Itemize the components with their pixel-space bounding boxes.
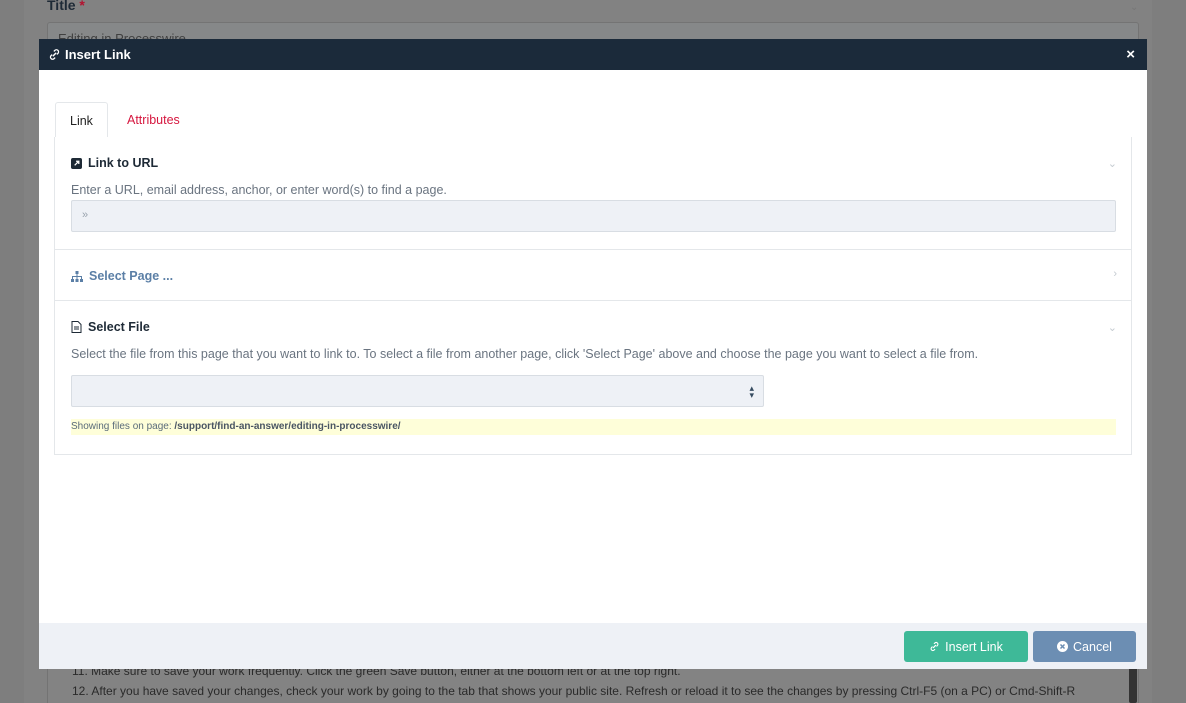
body-line-12: 12. After you have saved your changes, c… (72, 684, 1076, 698)
tab-attributes[interactable]: Attributes (113, 102, 194, 138)
link-to-url-panel: Link to URL ⌄ Enter a URL, email address… (54, 137, 1132, 250)
insert-link-label: Insert Link (945, 639, 1003, 654)
title-field-label: Title * (47, 0, 85, 13)
select-file-heading[interactable]: Select File (71, 320, 150, 334)
required-mark: * (79, 0, 85, 13)
cancel-circle-icon (1057, 641, 1069, 652)
modal-title-text: Insert Link (65, 47, 131, 62)
chevron-down-icon[interactable]: ⌄ (1108, 321, 1117, 334)
chevron-down-icon: ⌄ (1130, 2, 1139, 13)
insert-link-button[interactable]: Insert Link (904, 631, 1028, 662)
select-page-heading[interactable]: Select Page ... (71, 269, 173, 283)
sitemap-icon (71, 270, 83, 282)
external-link-icon (71, 157, 82, 169)
chevron-down-icon[interactable]: ⌄ (1108, 157, 1117, 170)
tab-bar: Link Attributes (55, 102, 1132, 138)
select-page-heading-text: Select Page ... (89, 269, 174, 283)
title-label-text: Title (47, 0, 76, 13)
modal-footer: Insert Link Cancel (39, 623, 1147, 669)
note-prefix: Showing files on page: (71, 421, 172, 432)
select-page-panel[interactable]: Select Page ... › (54, 249, 1132, 301)
modal-header: Insert Link × (39, 39, 1147, 70)
note-path: /support/find-an-answer/editing-in-proce… (174, 421, 401, 432)
link-to-url-heading-text: Link to URL (88, 156, 159, 170)
url-prefix-icon: » (82, 209, 89, 221)
file-icon (71, 321, 82, 333)
link-icon (929, 641, 940, 652)
link-to-url-description: Enter a URL, email address, anchor, or e… (71, 183, 447, 197)
link-to-url-heading[interactable]: Link to URL (71, 156, 158, 170)
modal-title: Insert Link (48, 47, 131, 62)
select-file-heading-text: Select File (88, 320, 150, 334)
select-file-panel: Select File ⌄ Select the file from this … (54, 300, 1132, 455)
tab-link[interactable]: Link (55, 102, 108, 138)
select-file-description: Select the file from this page that you … (71, 347, 979, 361)
close-icon[interactable]: × (1126, 46, 1135, 63)
link-icon (48, 48, 61, 61)
url-input[interactable]: » (71, 200, 1116, 232)
cancel-button[interactable]: Cancel (1033, 631, 1136, 662)
cancel-label: Cancel (1073, 639, 1112, 654)
file-select[interactable]: ▴ ▾ (71, 375, 764, 407)
chevron-right-icon[interactable]: › (1113, 268, 1117, 280)
files-on-page-note: Showing files on page: /support/find-an-… (71, 419, 1116, 435)
insert-link-modal: Insert Link × Link Attributes Link to UR… (39, 39, 1147, 669)
select-arrows-icon: ▴ ▾ (749, 383, 754, 400)
